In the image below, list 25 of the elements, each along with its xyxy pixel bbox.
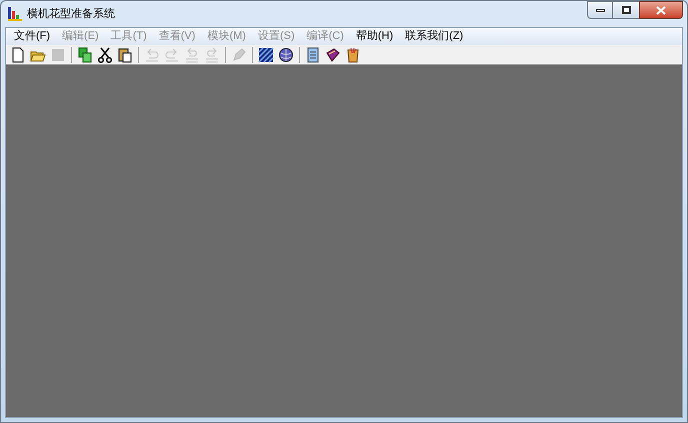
app-icon <box>7 6 23 22</box>
close-icon <box>656 6 666 14</box>
copy-icon <box>77 46 93 62</box>
window-title: 横机花型准备系统 <box>27 6 115 22</box>
notepad-icon <box>305 46 321 62</box>
toolbar-button[interactable] <box>256 46 276 64</box>
close-button[interactable] <box>639 1 683 19</box>
redo-icon <box>204 46 220 62</box>
paste-icon <box>117 46 133 62</box>
menu-item[interactable]: 帮助(H) <box>350 29 400 44</box>
menu-item[interactable]: 联系我们(Z) <box>399 29 470 44</box>
cup-icon <box>345 46 361 62</box>
yarn-ball-icon <box>278 46 294 62</box>
undo-icon <box>184 46 200 62</box>
striped-pattern-icon <box>258 46 274 62</box>
redo-icon <box>164 46 180 62</box>
maximize-button[interactable] <box>613 1 639 19</box>
undo-icon <box>144 46 160 62</box>
menu-item[interactable]: 文件(F) <box>8 29 56 44</box>
square-icon <box>50 46 66 62</box>
scissors-icon <box>97 46 113 62</box>
toolbar-button[interactable] <box>276 46 296 64</box>
minimize-button[interactable] <box>587 1 613 19</box>
toolbar-button[interactable] <box>95 46 115 64</box>
book-icon <box>325 46 341 62</box>
